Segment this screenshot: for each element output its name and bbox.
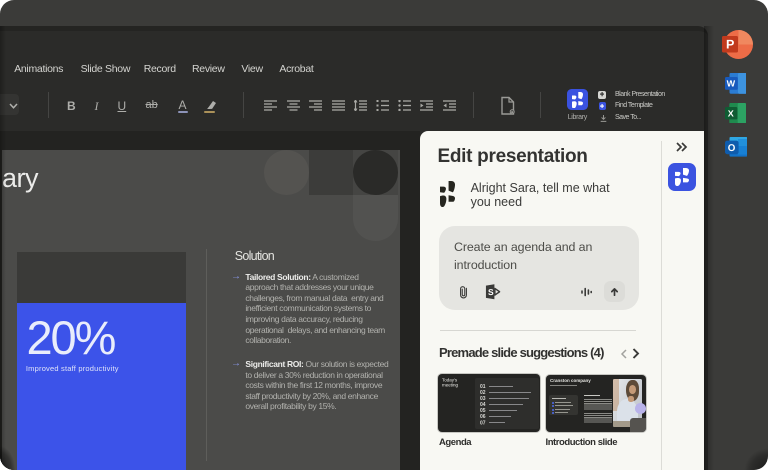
svg-text:O: O xyxy=(727,143,735,154)
svg-text:X: X xyxy=(727,108,733,118)
svg-text:S: S xyxy=(488,288,494,297)
svg-text:W: W xyxy=(726,79,735,89)
svg-text:P: P xyxy=(726,37,734,51)
